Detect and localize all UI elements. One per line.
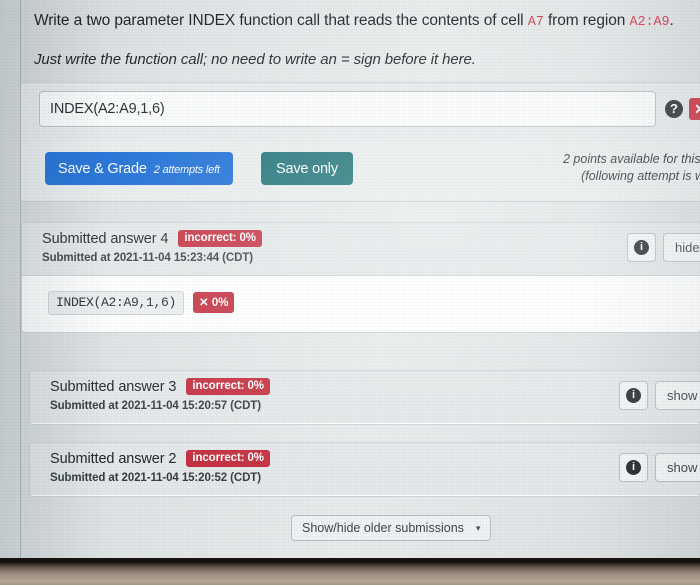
submission-header: Submitted answer 4 incorrect: 0% Submitte… [22, 223, 700, 276]
submission-card-2: Submitted answer 2 incorrect: 0% Submitte… [29, 442, 700, 497]
submission-timestamp: Submitted at 2021-11-04 15:20:57 (CDT) [50, 400, 261, 412]
info-icon-button[interactable]: i [619, 453, 648, 482]
save-and-grade-button[interactable]: Save & Grade 2 attempts left [45, 152, 233, 185]
question-prompt-post: . [669, 12, 674, 29]
help-icon[interactable]: ? [665, 100, 683, 118]
page-content: Write a two parameter INDEX function cal… [21, 0, 700, 558]
region-reference-a2a9: A2:A9 [629, 15, 670, 30]
assessment-page: Write a two parameter INDEX function cal… [0, 0, 700, 558]
info-icon: i [634, 240, 649, 255]
save-only-label: Save only [276, 160, 338, 177]
answer-input-zone: ? ✕ [21, 83, 700, 141]
older-submissions-label: Show/hide older submissions [302, 521, 464, 535]
submission-actions: i hide [627, 233, 700, 262]
submission-card-3: Submitted answer 3 incorrect: 0% Submitte… [29, 370, 700, 425]
answer-button-bar: Save & Grade 2 attempts left Save only 2 … [21, 141, 700, 201]
status-badge: incorrect: 0% [186, 450, 270, 467]
answer-input[interactable] [39, 91, 656, 127]
submission-header: Submitted answer 3 incorrect: 0% Submitte… [30, 371, 700, 423]
answer-panel: ? ✕ Save & Grade 2 attempts left Save onl… [21, 82, 700, 202]
status-badge: incorrect: 0% [178, 230, 262, 247]
submitted-answer-score: ✕ 0% [193, 292, 235, 313]
submission-card-4: Submitted answer 4 incorrect: 0% Submitte… [21, 222, 700, 333]
show-submission-button[interactable]: show [655, 453, 700, 482]
save-and-grade-label: Save & Grade [58, 160, 147, 177]
chevron-down-icon: ▾ [475, 522, 481, 533]
status-badge: incorrect: 0% [186, 378, 270, 395]
points-note-line1: 2 points available for this a [562, 152, 700, 166]
question-prompt: Write a two parameter INDEX function cal… [34, 12, 700, 30]
submission-timestamp: Submitted at 2021-11-04 15:20:52 (CDT) [50, 472, 261, 484]
incorrect-status-icon: ✕ [689, 98, 700, 120]
photographed-screen: Write a two parameter INDEX function cal… [0, 0, 700, 585]
info-icon-button[interactable]: i [619, 381, 648, 410]
submission-title: Submitted answer 3 incorrect: 0% [50, 378, 270, 395]
question-prompt-mid: from region [543, 12, 630, 29]
submitted-answer-code: INDEX(A2:A9,1,6) [48, 291, 185, 315]
submission-body: INDEX(A2:A9,1,6) ✕ 0% [22, 276, 700, 331]
submission-title-text: Submitted answer 3 [50, 379, 177, 395]
page-left-border [20, 0, 21, 558]
hide-submission-button[interactable]: hide [663, 233, 700, 262]
points-note: 2 points available for this a (following… [451, 151, 700, 185]
submission-actions: i show [619, 381, 700, 410]
submission-title: Submitted answer 4 incorrect: 0% [42, 230, 262, 247]
submission-title: Submitted answer 2 incorrect: 0% [50, 450, 270, 467]
monitor-bezel [0, 558, 700, 585]
info-icon-button[interactable]: i [627, 233, 656, 262]
submission-timestamp: Submitted at 2021-11-04 15:23:44 (CDT) [42, 252, 253, 264]
points-note-line2: (following attempt is wo [581, 169, 700, 183]
info-icon: i [626, 460, 641, 475]
save-only-button[interactable]: Save only [261, 152, 353, 185]
submission-title-text: Submitted answer 4 [42, 231, 169, 247]
submission-title-text: Submitted answer 2 [50, 451, 177, 467]
question-instruction: Just write the function call; no need to… [34, 51, 476, 68]
submission-actions: i show [619, 453, 700, 482]
show-hide-older-submissions-button[interactable]: Show/hide older submissions ▾ [291, 515, 492, 541]
info-icon: i [626, 388, 641, 403]
show-submission-button[interactable]: show [655, 381, 700, 410]
attempts-left-label: 2 attempts left [153, 163, 220, 176]
submission-header: Submitted answer 2 incorrect: 0% Submitte… [30, 443, 700, 495]
question-prompt-pre: Write a two parameter INDEX function cal… [34, 12, 528, 29]
cell-reference-a7: A7 [527, 15, 544, 30]
